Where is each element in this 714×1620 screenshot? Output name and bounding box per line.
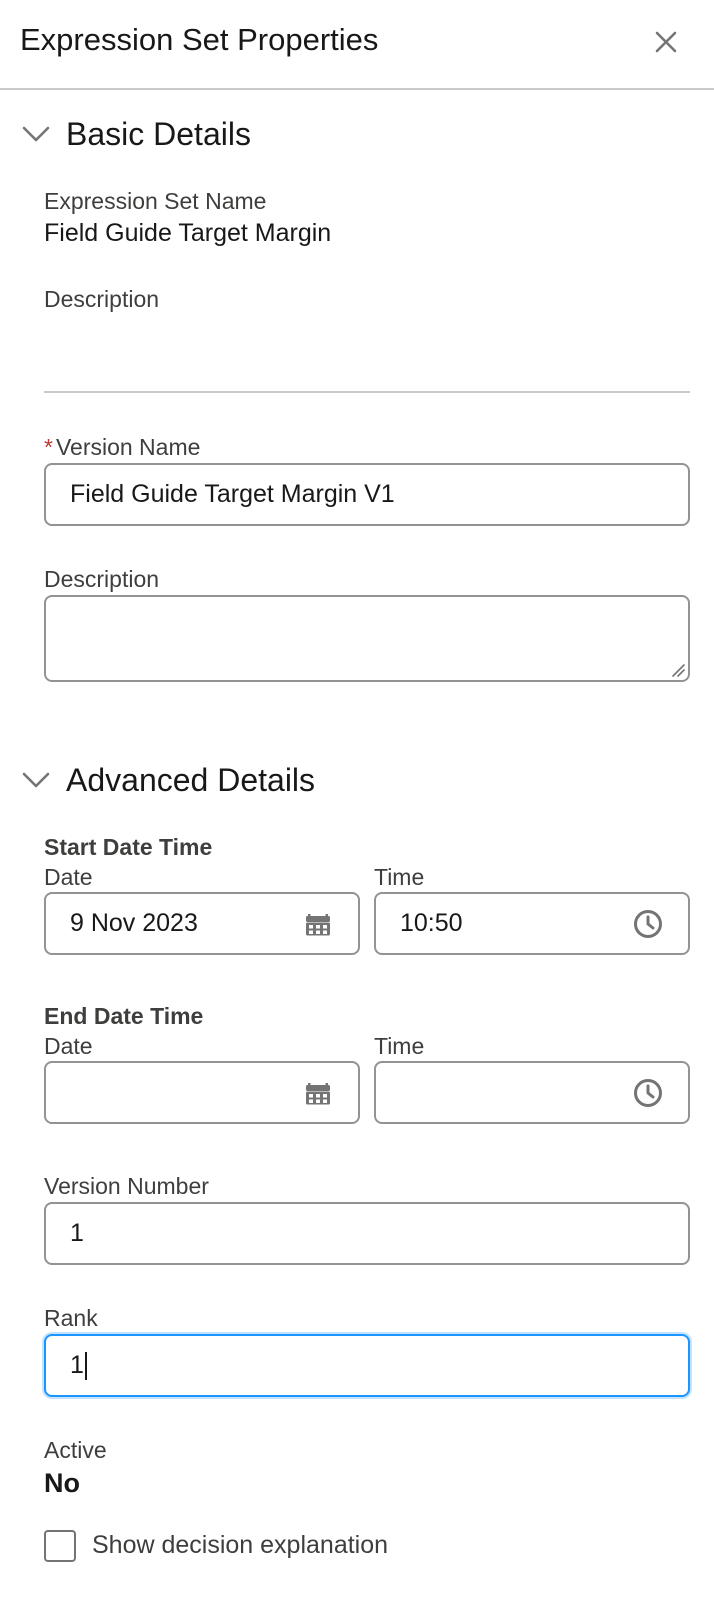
version-name-label: * Version Name (44, 434, 200, 461)
clock-icon[interactable] (632, 908, 664, 940)
start-date-time-label: Start Date Time (44, 834, 213, 860)
clock-icon[interactable] (632, 1077, 664, 1109)
show-decision-explanation-label[interactable]: Show decision explanation (92, 1531, 388, 1560)
end-date-time-label: End Date Time (44, 1003, 204, 1029)
close-icon (655, 31, 677, 53)
calendar-icon[interactable] (302, 908, 334, 940)
basic-details-toggle[interactable]: Basic Details (20, 112, 251, 156)
close-button[interactable] (648, 24, 684, 60)
panel-header: Expression Set Properties (0, 0, 714, 90)
panel-title: Expression Set Properties (20, 22, 379, 57)
end-time-label: Time (374, 1033, 425, 1059)
chevron-down-icon (20, 118, 52, 150)
resize-handle-icon[interactable] (669, 661, 685, 677)
version-name-label-text: Version Name (55, 434, 201, 460)
required-marker: * (44, 434, 53, 460)
end-date-input[interactable] (44, 1061, 360, 1124)
active-value: No (44, 1468, 80, 1498)
description-label: Description (44, 286, 160, 312)
advanced-details-title: Advanced Details (66, 761, 316, 798)
advanced-details-toggle[interactable]: Advanced Details (20, 758, 315, 802)
expression-set-name-value: Field Guide Target Margin (44, 219, 332, 247)
rank-input[interactable]: 1 (44, 1334, 690, 1397)
start-time-label: Time (374, 864, 425, 890)
version-name-value: Field Guide Target Margin V1 (70, 480, 395, 508)
end-date-label: Date (44, 1033, 93, 1059)
version-description-label: Description (44, 566, 160, 592)
start-date-input[interactable]: 9 Nov 2023 (44, 892, 360, 955)
rank-label: Rank (44, 1305, 98, 1331)
show-decision-explanation-checkbox[interactable] (44, 1530, 76, 1562)
start-date-value: 9 Nov 2023 (70, 909, 198, 937)
start-date-label: Date (44, 864, 93, 890)
expression-set-name-label: Expression Set Name (44, 188, 267, 214)
start-time-input[interactable]: 10:50 (374, 892, 690, 955)
version-name-input[interactable]: Field Guide Target Margin V1 (44, 463, 690, 526)
basic-details-title: Basic Details (66, 115, 251, 152)
chevron-down-icon (20, 764, 52, 796)
rank-value: 1 (70, 1351, 84, 1379)
version-number-label: Version Number (44, 1173, 209, 1199)
version-number-input[interactable]: 1 (44, 1202, 690, 1265)
active-label: Active (44, 1437, 107, 1463)
calendar-icon[interactable] (302, 1077, 334, 1109)
description-divider (44, 391, 690, 393)
start-time-value: 10:50 (400, 909, 463, 937)
version-description-textarea[interactable] (44, 595, 690, 682)
version-number-value: 1 (70, 1219, 84, 1247)
text-cursor (84, 1351, 87, 1380)
end-time-input[interactable] (374, 1061, 690, 1124)
